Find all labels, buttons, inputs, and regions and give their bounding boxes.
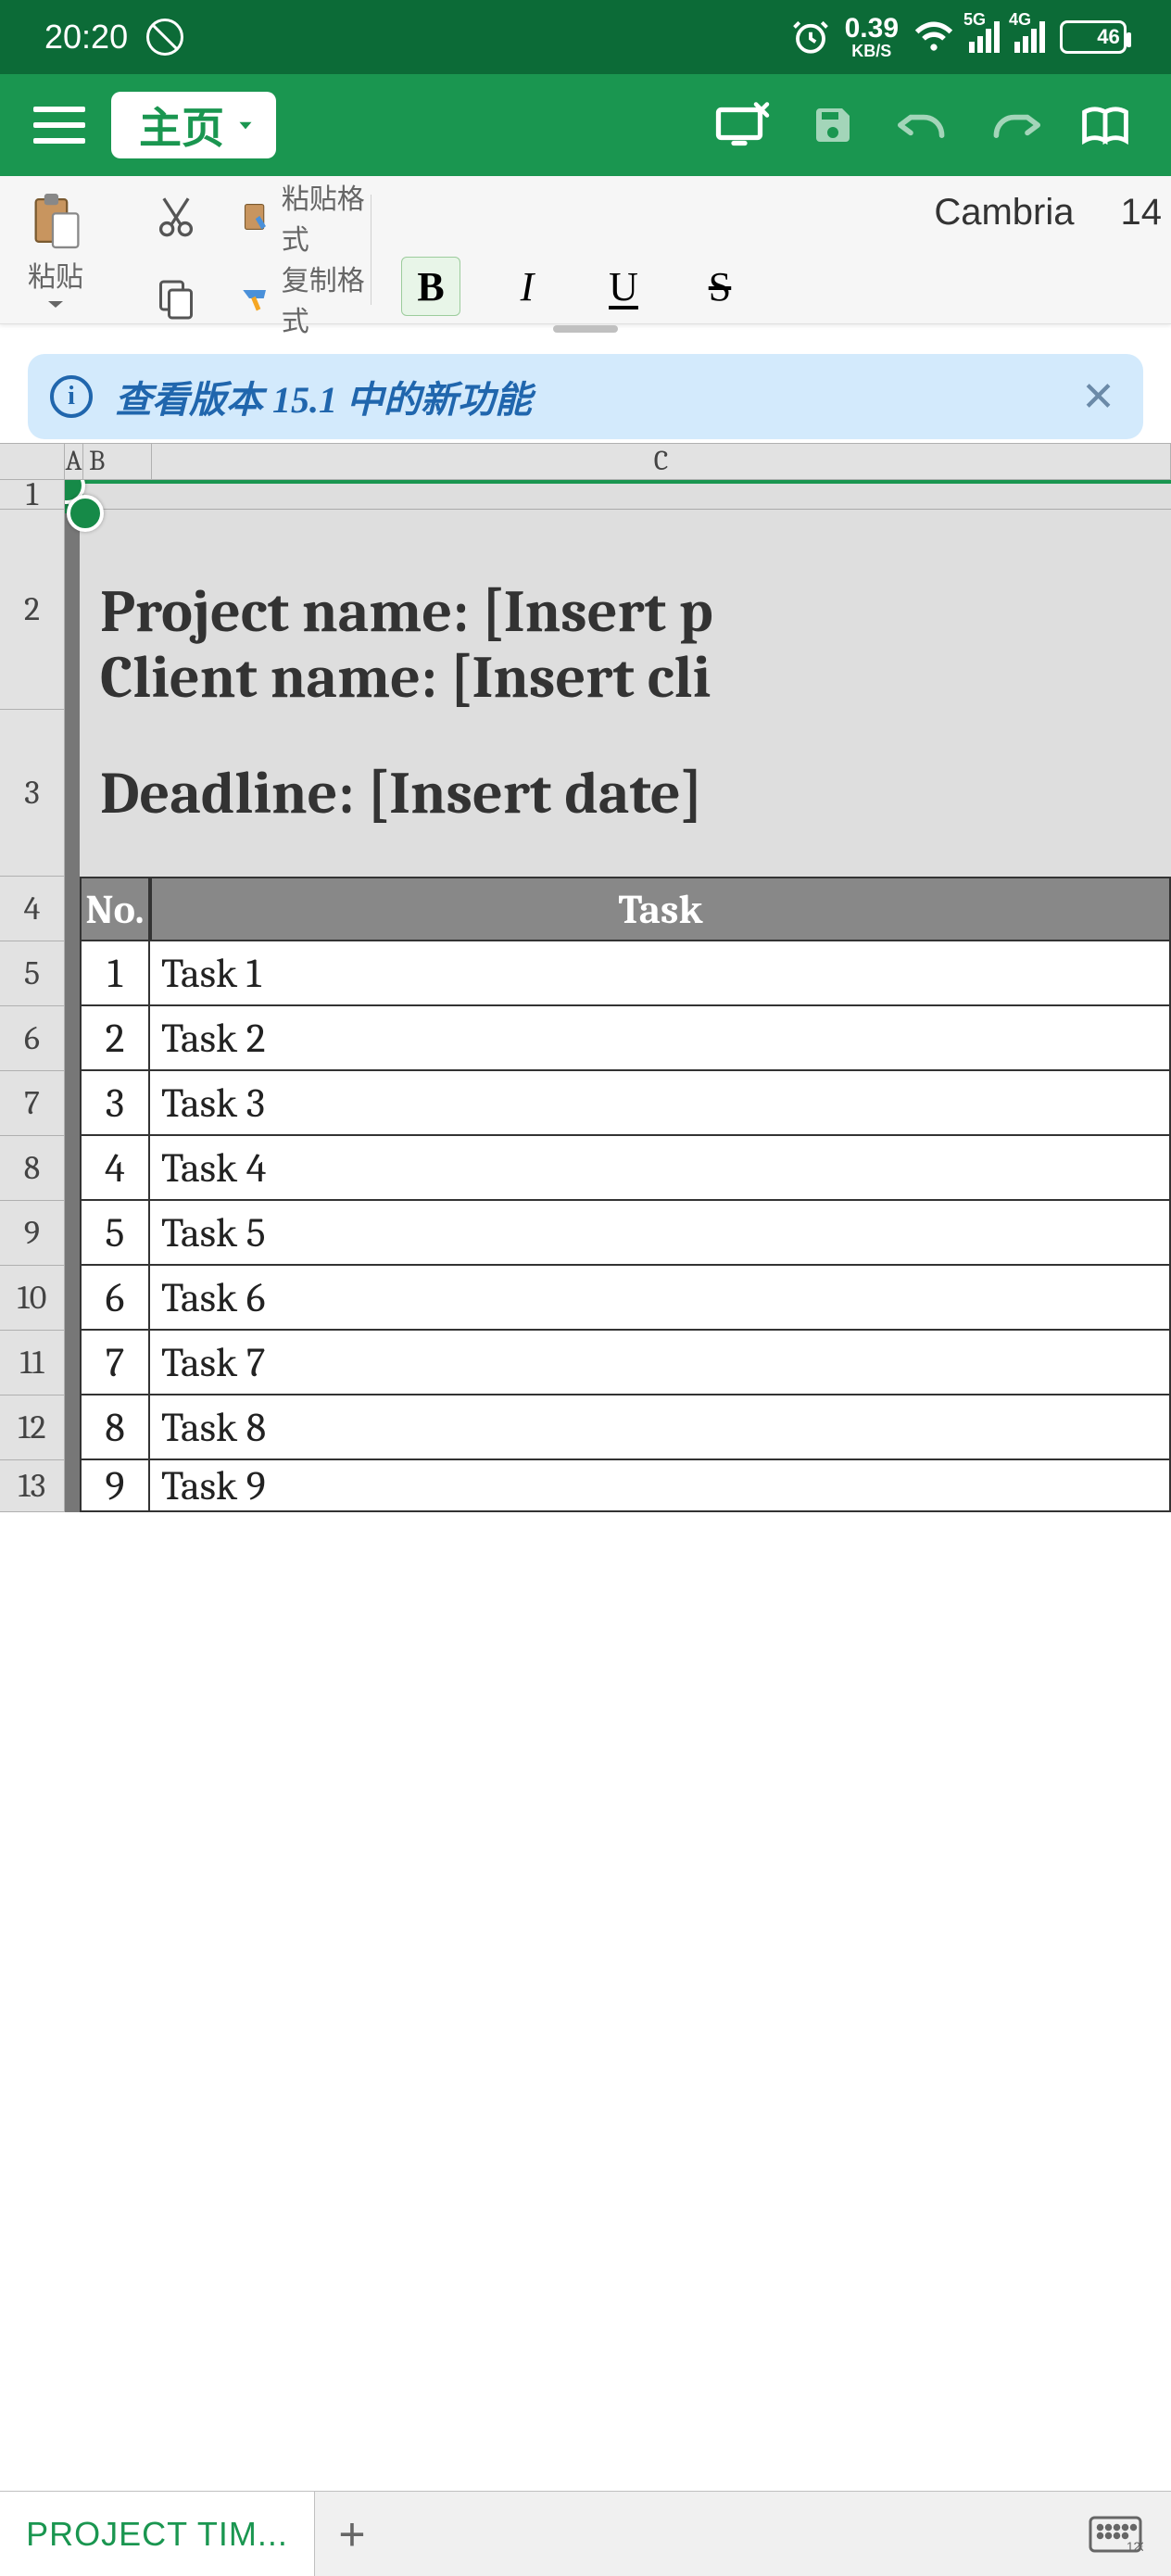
table-row[interactable]: 4Task 4 <box>65 1136 1171 1201</box>
cell-b3[interactable]: Deadline: [Insert date] <box>65 710 1171 877</box>
app-titlebar: 主页 <box>0 74 1171 176</box>
row-header[interactable]: 9 <box>0 1201 65 1266</box>
row-header[interactable]: 2 <box>0 510 65 710</box>
svg-text:123: 123 <box>1127 2540 1143 2554</box>
row-header[interactable]: 1 <box>0 480 65 510</box>
strikethrough-button[interactable]: S <box>690 257 749 316</box>
row-header[interactable]: 13 <box>0 1460 65 1512</box>
row-header[interactable]: 12 <box>0 1395 65 1460</box>
column-header-b[interactable]: B <box>83 444 152 479</box>
alarm-icon <box>791 18 830 57</box>
bold-button[interactable]: B <box>401 257 460 316</box>
clipboard-icon <box>30 191 82 250</box>
undo-button[interactable] <box>891 93 956 158</box>
home-tab-label: 主页 <box>139 95 224 156</box>
copy-format-button[interactable]: 复制格式 <box>241 258 371 339</box>
cut-button[interactable] <box>111 176 241 258</box>
sheet-tab-bar: PROJECT TIM... + 123 <box>0 2491 1171 2576</box>
row-header[interactable]: 8 <box>0 1136 65 1201</box>
sheet-tab[interactable]: PROJECT TIM... <box>0 2492 315 2576</box>
row-header[interactable]: 10 <box>0 1266 65 1331</box>
wifi-icon <box>913 17 954 57</box>
save-button[interactable] <box>800 93 865 158</box>
menu-button[interactable] <box>33 107 85 144</box>
paste-label[interactable]: 粘贴 <box>28 254 83 295</box>
dropdown-arrow-icon <box>233 113 258 137</box>
row-headers[interactable]: 1 2 3 4 5 6 7 8 9 10 11 12 13 <box>0 480 65 1512</box>
table-row[interactable]: 3Task 3 <box>65 1071 1171 1136</box>
keyboard-button[interactable]: 123 <box>1088 2514 1143 2555</box>
table-row[interactable]: 8Task 8 <box>65 1395 1171 1460</box>
home-tab-dropdown[interactable]: 主页 <box>111 92 276 158</box>
header-no: No. <box>80 877 150 941</box>
table-row[interactable]: 6Task 6 <box>65 1266 1171 1331</box>
no-sim-icon <box>146 19 183 56</box>
row-header[interactable]: 3 <box>0 710 65 877</box>
reading-mode-button[interactable] <box>1073 93 1138 158</box>
cell-a1[interactable] <box>65 480 1171 510</box>
table-row[interactable]: 7Task 7 <box>65 1331 1171 1395</box>
table-row[interactable]: 5Task 5 <box>65 1201 1171 1266</box>
cell-b2[interactable]: Project name: [Insert p Client name: [In… <box>65 510 1171 710</box>
column-header-a[interactable]: A <box>65 444 83 479</box>
table-row[interactable]: 2Task 2 <box>65 1006 1171 1071</box>
paste-format-button[interactable]: 粘贴格式 <box>241 176 371 258</box>
info-icon: i <box>50 375 93 418</box>
table-header-row[interactable]: No. Task <box>65 877 1171 941</box>
ribbon-drag-handle[interactable] <box>553 325 618 333</box>
italic-button[interactable]: I <box>497 257 557 316</box>
font-size-selector[interactable]: 14 <box>1121 192 1163 234</box>
header-task: Task <box>150 877 1171 941</box>
table-row[interactable]: 1Task 1 <box>65 941 1171 1006</box>
table-row[interactable]: 9Task 9 <box>65 1460 1171 1512</box>
row-header[interactable]: 4 <box>0 877 65 941</box>
network-speed: 0.39 KB/S <box>845 15 899 59</box>
underline-button[interactable]: U <box>594 257 653 316</box>
row-header[interactable]: 7 <box>0 1071 65 1136</box>
row-header[interactable]: 11 <box>0 1331 65 1395</box>
signal-4g-icon: 4G <box>1014 21 1045 53</box>
select-all-corner[interactable] <box>0 444 65 479</box>
font-name-selector[interactable]: Cambria <box>934 192 1074 234</box>
close-banner-button[interactable]: ✕ <box>1081 373 1115 421</box>
ribbon-toolbar: 粘贴 粘贴格式 复制格式 Cambria 14 B I U S <box>0 176 1171 324</box>
switch-device-button[interactable] <box>710 93 774 158</box>
column-headers[interactable]: A B C <box>0 443 1171 480</box>
selection-handle[interactable] <box>67 495 104 532</box>
dropdown-arrow-icon[interactable] <box>46 298 65 309</box>
whats-new-banner[interactable]: i 查看版本 15.1 中的新功能 ✕ <box>28 354 1143 439</box>
battery-icon: 46 <box>1060 20 1127 54</box>
status-time: 20:20 <box>44 18 128 57</box>
status-bar: 20:20 0.39 KB/S 5G 4G 46 <box>0 0 1171 74</box>
row-header[interactable]: 5 <box>0 941 65 1006</box>
spreadsheet[interactable]: A B C 1 2 3 4 5 6 7 8 9 10 11 12 13 <box>0 443 1171 1512</box>
redo-button[interactable] <box>982 93 1047 158</box>
copy-button[interactable] <box>111 258 241 339</box>
add-sheet-button[interactable]: + <box>315 2507 389 2561</box>
banner-text: 查看版本 15.1 中的新功能 <box>115 370 1059 423</box>
row-header[interactable]: 6 <box>0 1006 65 1071</box>
signal-5g-icon: 5G <box>969 21 1000 53</box>
column-header-c[interactable]: C <box>152 444 1171 479</box>
